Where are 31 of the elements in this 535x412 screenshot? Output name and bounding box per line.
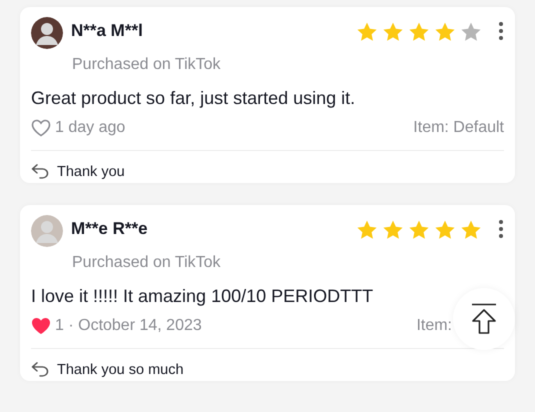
more-options-icon[interactable] [498,21,504,41]
star-icon [356,21,378,43]
purchase-source: Purchased on TikTok [72,253,222,273]
reviewer-name: N**a M**l [71,21,143,41]
reply-link[interactable]: Thank you [57,163,125,181]
review-date: 1 · October 14, 2023 [55,316,202,336]
reply-link[interactable]: Thank you so much [57,361,184,379]
review-text: Great product so far, just started using it. [31,87,356,110]
reply-icon [31,164,49,180]
review-date: 1 day ago [55,118,126,138]
avatar [31,215,63,247]
heart-icon[interactable] [31,119,51,137]
star-icon [460,21,482,43]
star-icon [408,21,430,43]
star-icon [434,21,456,43]
star-icon [460,219,482,241]
star-icon [382,21,404,43]
heart-icon[interactable] [31,317,51,335]
star-icon [382,219,404,241]
item-variant: Item: [416,316,452,336]
reply-icon [31,362,49,378]
reviewer-name: M**e R**e [71,219,148,239]
star-icon [356,219,378,241]
arrow-up-icon [470,303,498,335]
purchase-source: Purchased on TikTok [72,55,222,75]
item-variant: Item: Default [413,118,504,138]
avatar [31,17,63,49]
review-text: I love it !!!!! It amazing 100/10 PERIODTTT [31,285,374,308]
star-icon [408,219,430,241]
more-options-icon[interactable] [498,219,504,239]
star-icon [434,219,456,241]
